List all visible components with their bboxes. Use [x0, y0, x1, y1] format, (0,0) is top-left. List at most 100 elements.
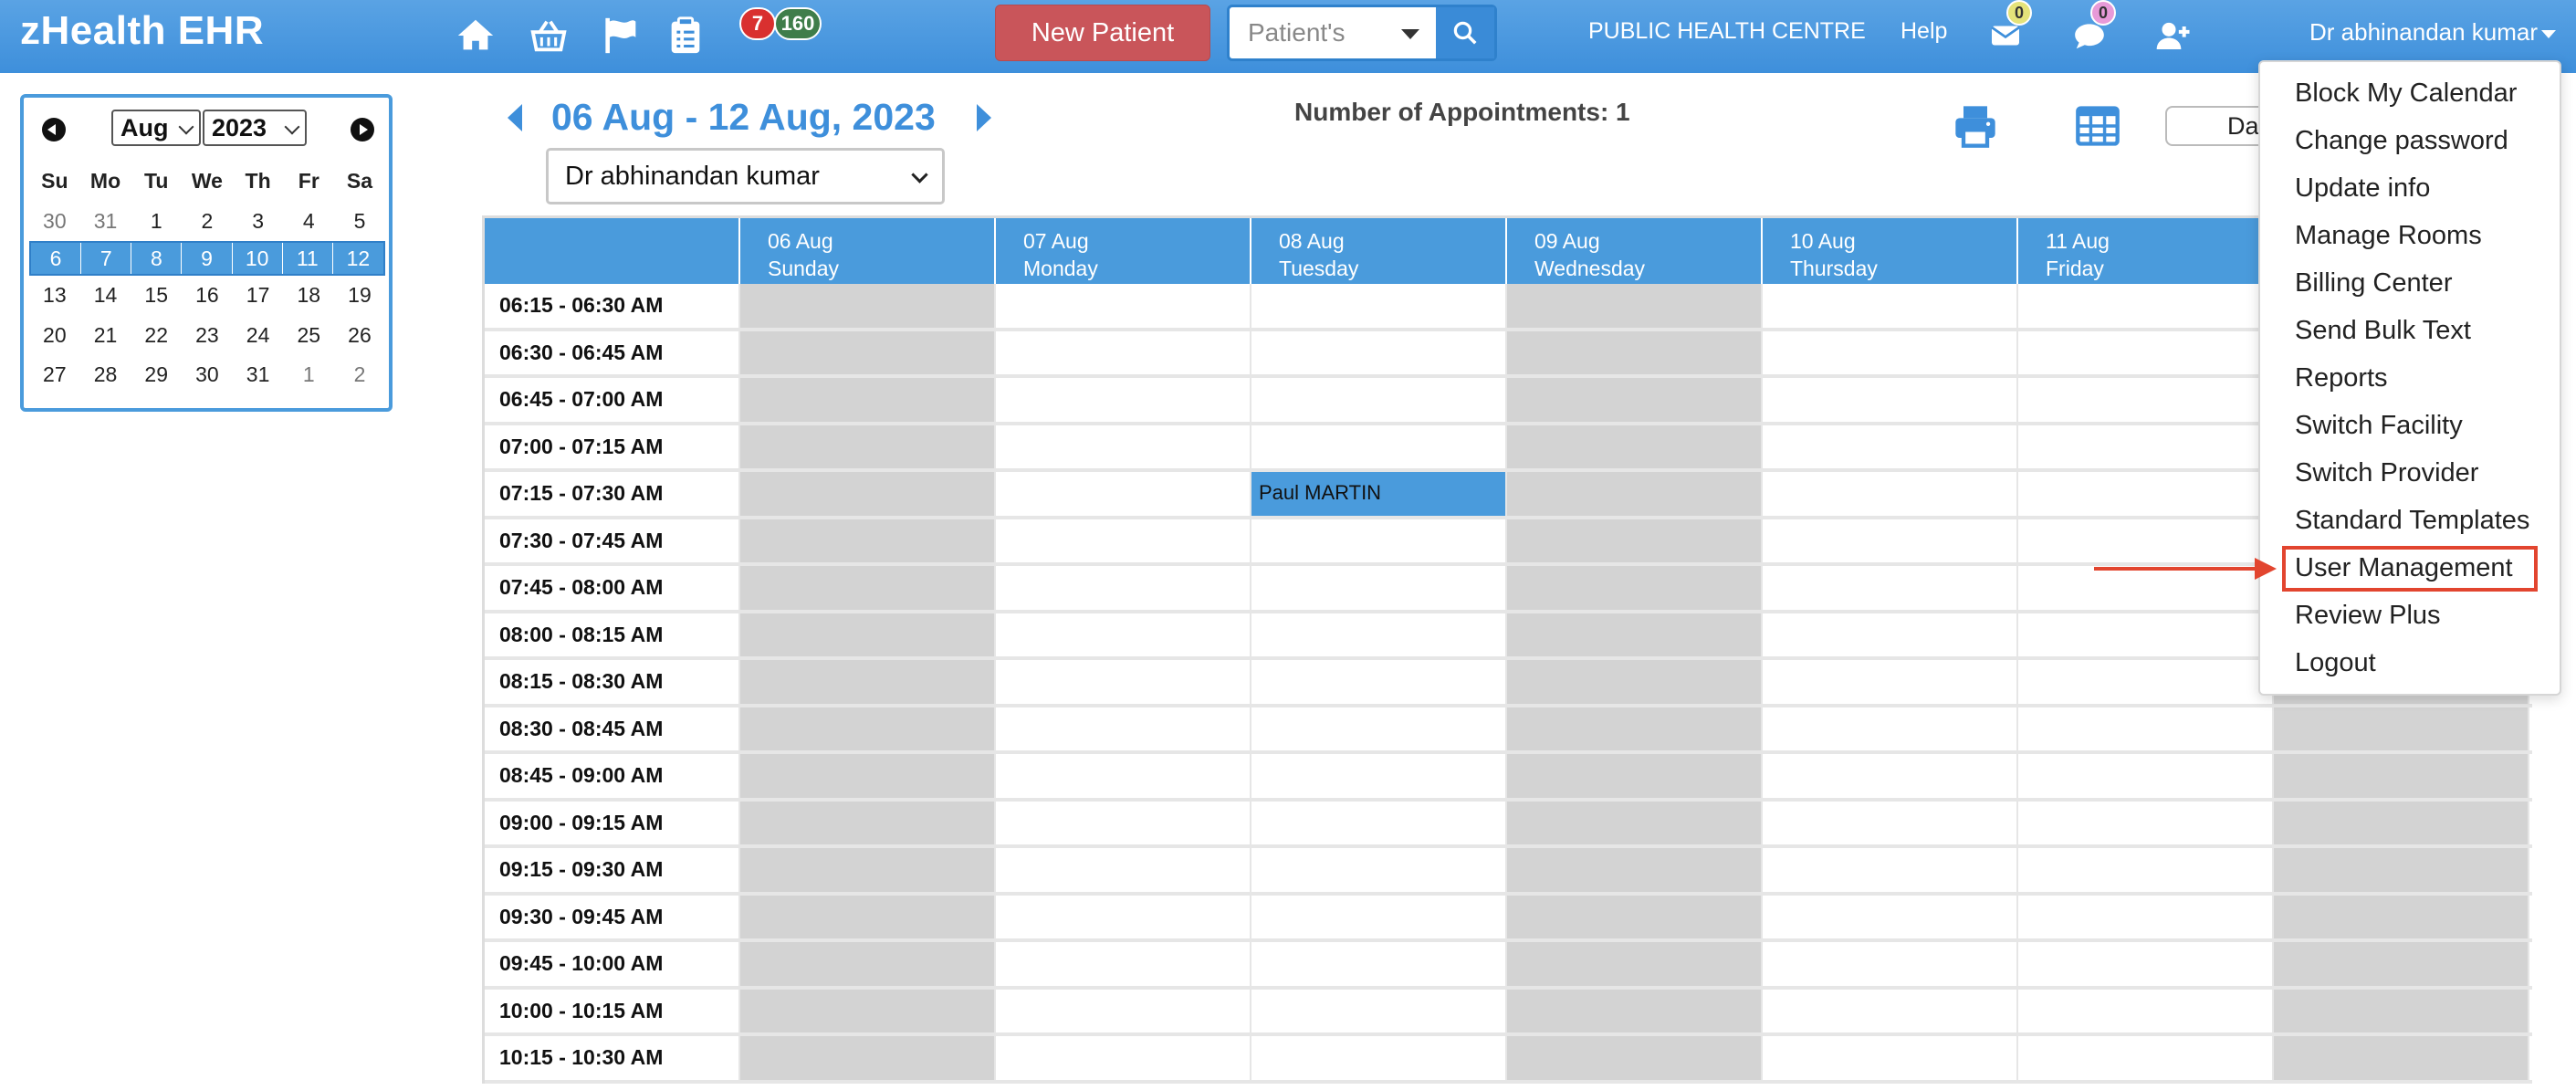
calendar-day[interactable]: 13 — [29, 283, 80, 308]
print-icon[interactable] — [1952, 102, 1999, 150]
schedule-cell[interactable] — [996, 707, 1251, 750]
calendar-day[interactable]: 10 — [233, 243, 283, 274]
schedule-cell[interactable] — [1251, 801, 1507, 844]
calendar-day[interactable]: 18 — [283, 283, 334, 308]
schedule-cell[interactable] — [996, 848, 1251, 892]
new-patient-button[interactable]: New Patient — [995, 5, 1210, 61]
calendar-day[interactable]: 17 — [233, 283, 284, 308]
schedule-cell[interactable] — [1507, 519, 1763, 562]
schedule-cell[interactable] — [996, 1036, 1251, 1080]
schedule-cell[interactable] — [996, 566, 1251, 610]
schedule-cell[interactable] — [1763, 519, 2018, 562]
schedule-cell[interactable] — [1507, 613, 1763, 656]
schedule-cell[interactable] — [1507, 801, 1763, 844]
schedule-cell[interactable] — [740, 942, 996, 986]
schedule-cell[interactable] — [2018, 989, 2274, 1032]
schedule-cell[interactable] — [1507, 284, 1763, 328]
calendar-day[interactable]: 30 — [29, 209, 80, 234]
schedule-cell[interactable] — [2018, 424, 2274, 468]
menu-item-send-bulk-text[interactable]: Send Bulk Text — [2295, 316, 2471, 346]
calendar-day[interactable]: 1 — [131, 209, 182, 234]
schedule-cell[interactable] — [2274, 1036, 2529, 1080]
menu-item-update-info[interactable]: Update info — [2295, 173, 2430, 204]
next-month-icon[interactable] — [351, 118, 374, 141]
schedule-cell[interactable] — [740, 330, 996, 374]
schedule-cell[interactable] — [740, 472, 996, 516]
schedule-cell[interactable] — [1251, 424, 1507, 468]
add-user-icon[interactable] — [2151, 13, 2196, 58]
schedule-cell[interactable] — [740, 989, 996, 1032]
schedule-cell[interactable] — [996, 754, 1251, 798]
schedule-cell[interactable] — [1507, 378, 1763, 422]
next-week-icon[interactable] — [977, 104, 991, 131]
schedule-cell[interactable] — [1251, 330, 1507, 374]
schedule-cell[interactable] — [1251, 660, 1507, 704]
schedule-cell[interactable] — [1507, 942, 1763, 986]
schedule-cell[interactable] — [2274, 942, 2529, 986]
schedule-cell[interactable] — [2274, 707, 2529, 750]
schedule-cell[interactable] — [2018, 613, 2274, 656]
menu-item-review-plus[interactable]: Review Plus — [2295, 601, 2441, 631]
schedule-cell[interactable] — [1507, 707, 1763, 750]
chat-count-badge[interactable]: 0 — [2090, 0, 2116, 26]
calendar-day[interactable]: 9 — [182, 243, 233, 274]
calendar-day[interactable]: 19 — [334, 283, 385, 308]
schedule-cell[interactable] — [1251, 989, 1507, 1032]
schedule-cell[interactable] — [740, 801, 996, 844]
calendar-day[interactable]: 14 — [80, 283, 131, 308]
schedule-cell[interactable] — [1251, 613, 1507, 656]
schedule-cell[interactable] — [2274, 801, 2529, 844]
alert-count-badge[interactable]: 7 — [739, 7, 776, 40]
calendar-day[interactable]: 2 — [182, 209, 233, 234]
schedule-cell[interactable] — [1507, 660, 1763, 704]
schedule-cell[interactable] — [1507, 895, 1763, 938]
clipboard-icon[interactable] — [663, 13, 708, 58]
app-logo[interactable]: zHealth EHR — [20, 8, 264, 54]
schedule-cell[interactable] — [740, 895, 996, 938]
schedule-cell[interactable] — [1251, 848, 1507, 892]
calendar-day[interactable]: 5 — [334, 209, 385, 234]
search-type-select[interactable]: Patient's — [1230, 7, 1436, 58]
calendar-day[interactable]: 8 — [131, 243, 183, 274]
calendar-day[interactable]: 31 — [233, 362, 284, 387]
schedule-cell[interactable] — [2018, 330, 2274, 374]
schedule-cell[interactable] — [1251, 519, 1507, 562]
schedule-cell[interactable] — [1251, 895, 1507, 938]
calendar-day[interactable]: 1 — [283, 362, 334, 387]
schedule-cell[interactable] — [740, 754, 996, 798]
schedule-cell[interactable] — [2018, 519, 2274, 562]
calendar-day[interactable]: 21 — [80, 323, 131, 348]
home-icon[interactable] — [453, 13, 498, 58]
calendar-day[interactable]: 2 — [334, 362, 385, 387]
calendar-day[interactable]: 30 — [182, 362, 233, 387]
prev-month-icon[interactable] — [42, 118, 66, 141]
calendar-day[interactable]: 3 — [233, 209, 284, 234]
schedule-cell[interactable] — [1763, 989, 2018, 1032]
menu-item-standard-templates[interactable]: Standard Templates — [2295, 506, 2529, 536]
calendar-day[interactable]: 7 — [81, 243, 132, 274]
facility-name[interactable]: PUBLIC HEALTH CENTRE — [1588, 18, 1866, 45]
schedule-cell[interactable] — [2018, 895, 2274, 938]
schedule-cell[interactable] — [740, 519, 996, 562]
schedule-cell[interactable] — [1507, 1036, 1763, 1080]
menu-item-logout[interactable]: Logout — [2295, 648, 2376, 678]
calendar-day[interactable]: 23 — [182, 323, 233, 348]
schedule-cell[interactable] — [1763, 660, 2018, 704]
schedule-cell[interactable] — [996, 284, 1251, 328]
calendar-day[interactable]: 28 — [80, 362, 131, 387]
task-count-badge[interactable]: 160 — [774, 7, 822, 40]
schedule-cell[interactable] — [996, 942, 1251, 986]
schedule-cell[interactable] — [1763, 472, 2018, 516]
schedule-cell[interactable] — [2274, 895, 2529, 938]
schedule-cell[interactable] — [740, 1036, 996, 1080]
schedule-cell[interactable] — [1251, 378, 1507, 422]
schedule-cell[interactable] — [1251, 942, 1507, 986]
schedule-cell[interactable] — [996, 801, 1251, 844]
schedule-cell[interactable] — [2274, 848, 2529, 892]
schedule-cell[interactable] — [740, 707, 996, 750]
calendar-day[interactable]: 6 — [31, 243, 82, 274]
calendar-day[interactable]: 26 — [334, 323, 385, 348]
schedule-cell[interactable] — [996, 895, 1251, 938]
search-button[interactable] — [1436, 7, 1494, 58]
schedule-cell[interactable] — [1507, 566, 1763, 610]
